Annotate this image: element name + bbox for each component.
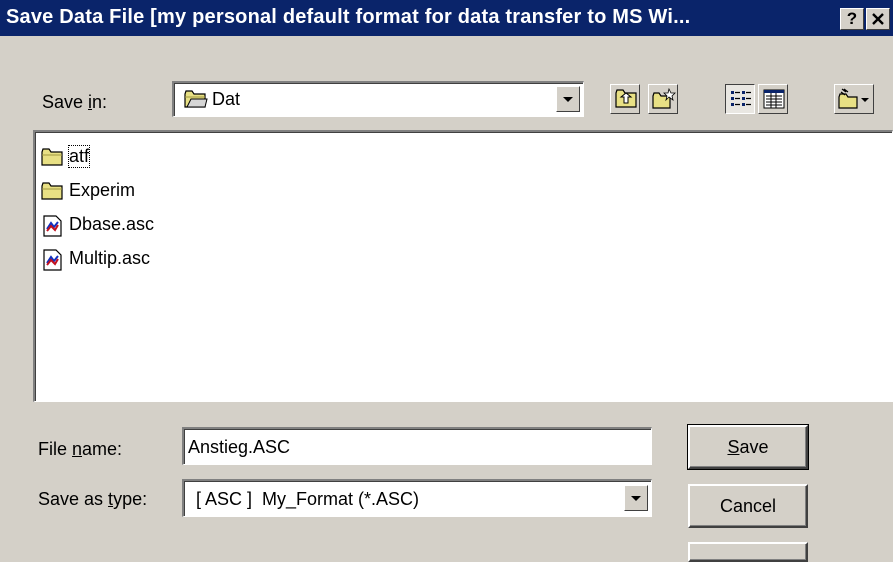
file-name-label: File name: bbox=[38, 439, 123, 459]
folder-icon bbox=[41, 148, 63, 166]
file-name-value: Anstieg.ASC bbox=[188, 437, 291, 457]
data-file-icon bbox=[43, 249, 62, 271]
save-as-type-label: Save as type: bbox=[38, 489, 148, 509]
close-icon bbox=[872, 13, 884, 25]
help-button[interactable]: ? bbox=[840, 8, 864, 30]
dialog-title: Save Data File [my personal default form… bbox=[6, 6, 691, 28]
file-name-label: Experim bbox=[69, 180, 136, 200]
file-name-label: atf bbox=[67, 145, 91, 168]
list-view-icon bbox=[731, 91, 751, 106]
view-menu-icon bbox=[838, 88, 869, 109]
file-name-input[interactable]: Anstieg.ASC bbox=[182, 427, 652, 465]
save-in-dropdown[interactable]: Dat bbox=[172, 81, 584, 117]
folder-up-icon bbox=[615, 89, 637, 108]
create-new-folder-button[interactable] bbox=[648, 84, 678, 114]
save-button[interactable]: Save bbox=[687, 424, 809, 470]
save-in-dropdown-arrow[interactable] bbox=[556, 86, 580, 112]
view-menu-button[interactable] bbox=[834, 84, 874, 114]
details-view-button[interactable] bbox=[758, 84, 788, 114]
title-bar[interactable]: Save Data File [my personal default form… bbox=[0, 0, 893, 36]
folder-icon bbox=[184, 90, 208, 108]
cancel-button[interactable]: Cancel bbox=[688, 484, 808, 528]
save-in-label: Save in: bbox=[42, 92, 108, 112]
file-list[interactable]: atf Experim Dbase.asc Multip.asc bbox=[33, 130, 893, 402]
help-dialog-button[interactable] bbox=[688, 542, 808, 562]
data-file-icon bbox=[43, 215, 62, 237]
save-in-value: Dat bbox=[212, 89, 241, 109]
file-name-label: Dbase.asc bbox=[69, 214, 155, 234]
new-folder-icon bbox=[652, 88, 676, 109]
save-as-type-value: [ ASC ] My_Format (*.ASC) bbox=[196, 489, 420, 509]
file-name-label: Multip.asc bbox=[69, 248, 151, 268]
folder-icon bbox=[41, 182, 63, 200]
details-view-icon bbox=[763, 89, 785, 109]
save-as-type-dropdown-arrow[interactable] bbox=[624, 485, 648, 511]
up-one-level-button[interactable] bbox=[610, 84, 640, 114]
close-button[interactable] bbox=[866, 8, 890, 30]
list-view-button[interactable] bbox=[725, 84, 755, 114]
save-as-type-dropdown[interactable]: [ ASC ] My_Format (*.ASC) bbox=[182, 479, 652, 517]
